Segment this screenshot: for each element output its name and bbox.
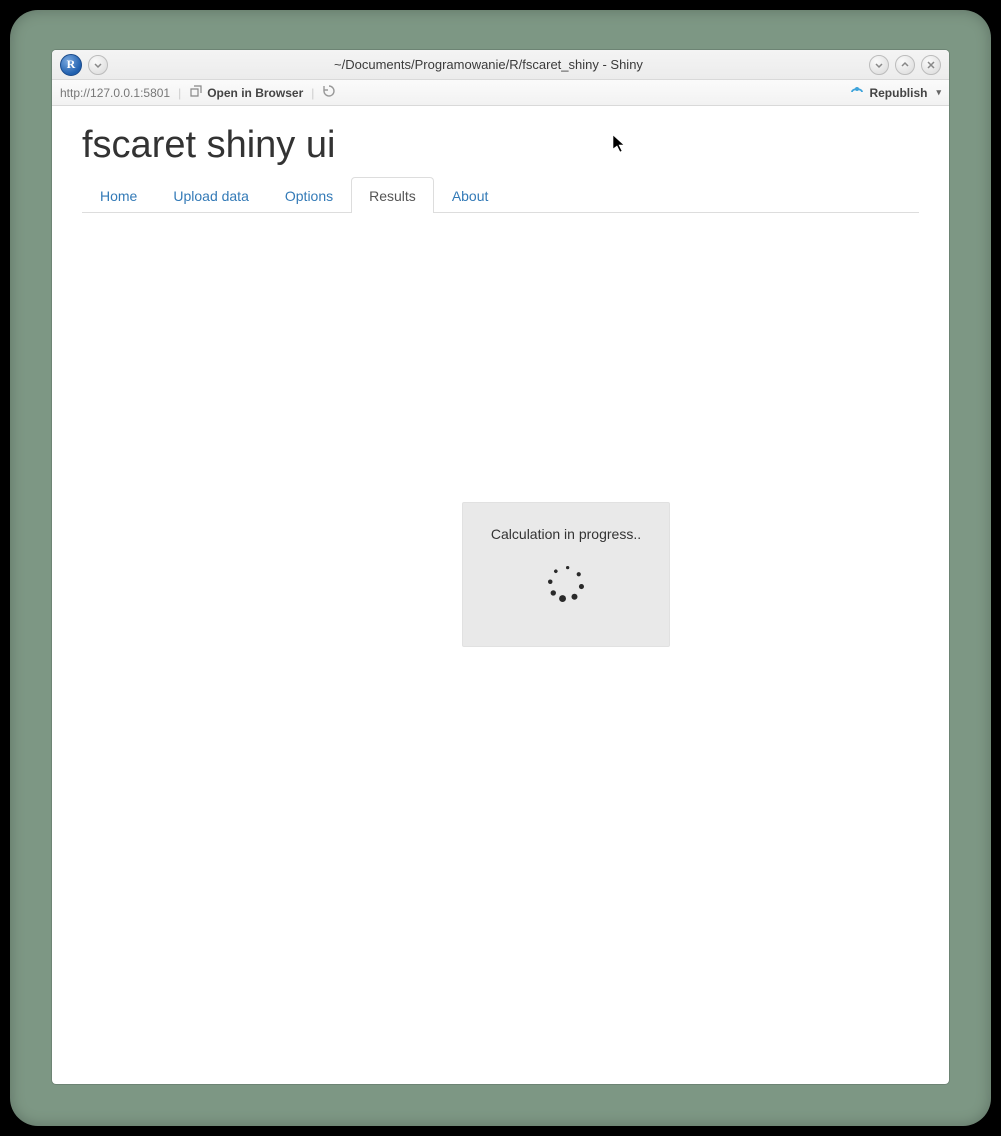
republish-button[interactable]: Republish ▾	[850, 84, 941, 101]
window-title: ~/Documents/Programowanie/R/fscaret_shin…	[108, 57, 869, 72]
tab-options[interactable]: Options	[267, 177, 351, 213]
toolbar: http://127.0.0.1:5801 | Open in Browser …	[52, 80, 949, 106]
republish-icon	[850, 84, 864, 101]
spinner-icon	[544, 562, 588, 606]
nav-tabs: Home Upload data Options Results About	[82, 177, 919, 213]
republish-label: Republish	[869, 86, 927, 100]
progress-text: Calculation in progress..	[491, 526, 641, 542]
page-content: fscaret shiny ui Home Upload data Option…	[52, 106, 949, 213]
browser-icon	[189, 84, 203, 101]
app-window: R ~/Documents/Programowanie/R/fscaret_sh…	[52, 50, 949, 1084]
page-title: fscaret shiny ui	[82, 124, 919, 167]
tab-results[interactable]: Results	[351, 177, 434, 213]
desktop-background: R ~/Documents/Programowanie/R/fscaret_sh…	[10, 10, 991, 1126]
r-logo-icon: R	[60, 54, 82, 76]
window-menu-button[interactable]	[88, 55, 108, 75]
url-display: http://127.0.0.1:5801	[60, 86, 170, 100]
tab-about[interactable]: About	[434, 177, 507, 213]
tab-upload-data[interactable]: Upload data	[155, 177, 267, 213]
maximize-button[interactable]	[895, 55, 915, 75]
open-browser-label: Open in Browser	[207, 86, 303, 100]
minimize-button[interactable]	[869, 55, 889, 75]
separator: |	[178, 86, 181, 100]
chevron-down-icon: ▾	[936, 87, 941, 98]
refresh-icon[interactable]	[322, 84, 336, 101]
separator: |	[311, 86, 314, 100]
close-button[interactable]	[921, 55, 941, 75]
tab-home[interactable]: Home	[82, 177, 155, 213]
window-titlebar: R ~/Documents/Programowanie/R/fscaret_sh…	[52, 50, 949, 80]
progress-panel: Calculation in progress..	[462, 502, 670, 647]
open-browser-button[interactable]: Open in Browser	[189, 84, 303, 101]
